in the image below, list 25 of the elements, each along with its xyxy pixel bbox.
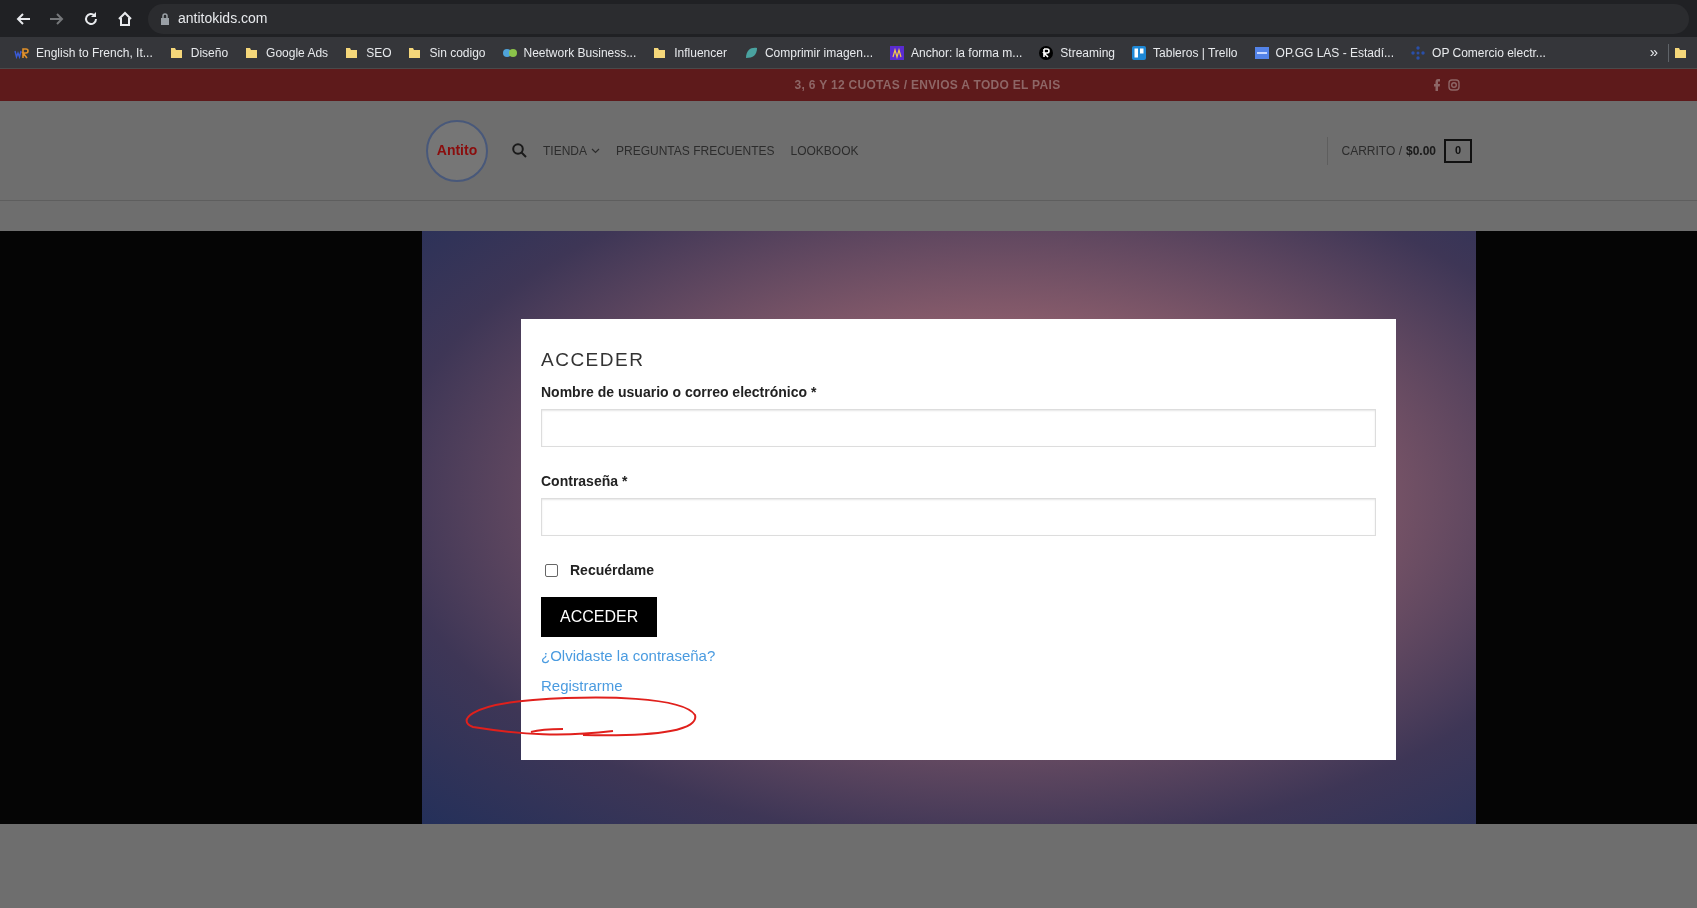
- bookmarks-overflow[interactable]: »: [1643, 39, 1664, 66]
- bookmark[interactable]: Streaming: [1032, 41, 1122, 64]
- bookmark[interactable]: Influencer: [646, 41, 733, 64]
- field-label: Contraseña *: [541, 471, 629, 491]
- bookmark[interactable]: SEO: [338, 41, 398, 64]
- bookmark[interactable]: Neetwork Business...: [495, 41, 643, 64]
- url-text: antitokids.com: [178, 9, 268, 28]
- cart-total: $0.00: [1405, 142, 1436, 160]
- bookmark[interactable]: Google Ads: [238, 41, 335, 64]
- bookmark[interactable]: OP Comercio electr...: [1404, 41, 1552, 64]
- bookmark[interactable]: English to French, It...: [8, 41, 159, 64]
- bookmark[interactable]: Sin codigo: [401, 41, 492, 64]
- bookmark[interactable]: OP.GG LAS - Estadí...: [1247, 41, 1401, 64]
- bookmark[interactable]: Tableros | Trello: [1125, 41, 1244, 64]
- form-title: ACCEDER: [541, 349, 646, 372]
- bookmark[interactable]: Comprimir imagen...: [736, 41, 879, 64]
- cart-count[interactable]: 0: [1444, 138, 1472, 163]
- address-bar[interactable]: antitokids.com: [148, 3, 1689, 34]
- bookmark[interactable]: Diseño: [162, 41, 235, 64]
- submit-button[interactable]: ACCEDER: [541, 596, 658, 637]
- field-label: Nombre de usuario o correo electrónico *: [541, 382, 818, 402]
- bookmark[interactable]: Anchor: la forma m...: [882, 41, 1029, 64]
- cart-label: CARRITO /: [1341, 142, 1402, 160]
- remember-label: Recuérdame: [570, 560, 655, 580]
- promo-text: 3, 6 Y 12 CUOTAS / ENVIOS A TODO EL PAIS: [794, 77, 1061, 94]
